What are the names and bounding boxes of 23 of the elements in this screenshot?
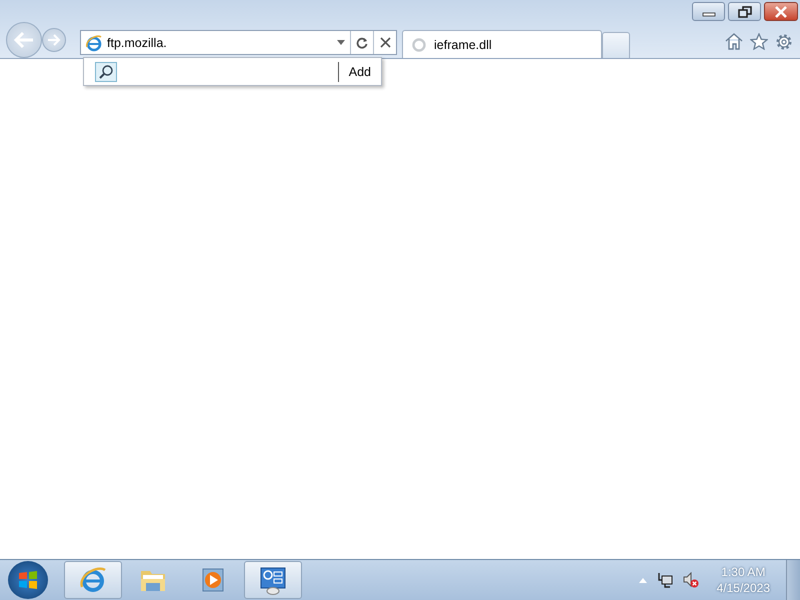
minimize-button[interactable] [692, 2, 725, 21]
control-panel-icon [258, 565, 288, 595]
speaker-muted-icon[interactable] [682, 572, 699, 588]
taskbar-button[interactable] [244, 561, 302, 599]
search-button[interactable] [95, 62, 117, 82]
favorites-star-icon[interactable] [750, 33, 768, 50]
add-button[interactable]: Add [338, 64, 381, 78]
browser-tab[interactable]: ieframe.dll [402, 30, 602, 58]
right-arrow-icon [47, 34, 61, 46]
restore-button[interactable] [728, 2, 761, 21]
settings-icon[interactable] [775, 33, 793, 51]
search-icon [98, 64, 114, 80]
clock-date: 4/15/2023 [716, 580, 770, 596]
start-button[interactable] [8, 561, 48, 599]
close-icon [774, 6, 788, 18]
restore-icon [738, 6, 752, 18]
close-button[interactable] [764, 2, 798, 21]
windows-logo-icon [17, 569, 39, 591]
left-arrow-icon [13, 31, 35, 49]
browser-icon [78, 565, 108, 595]
home-icon[interactable] [725, 33, 743, 50]
network-icon[interactable] [656, 572, 673, 588]
clock-time: 1:30 AM [721, 564, 766, 580]
